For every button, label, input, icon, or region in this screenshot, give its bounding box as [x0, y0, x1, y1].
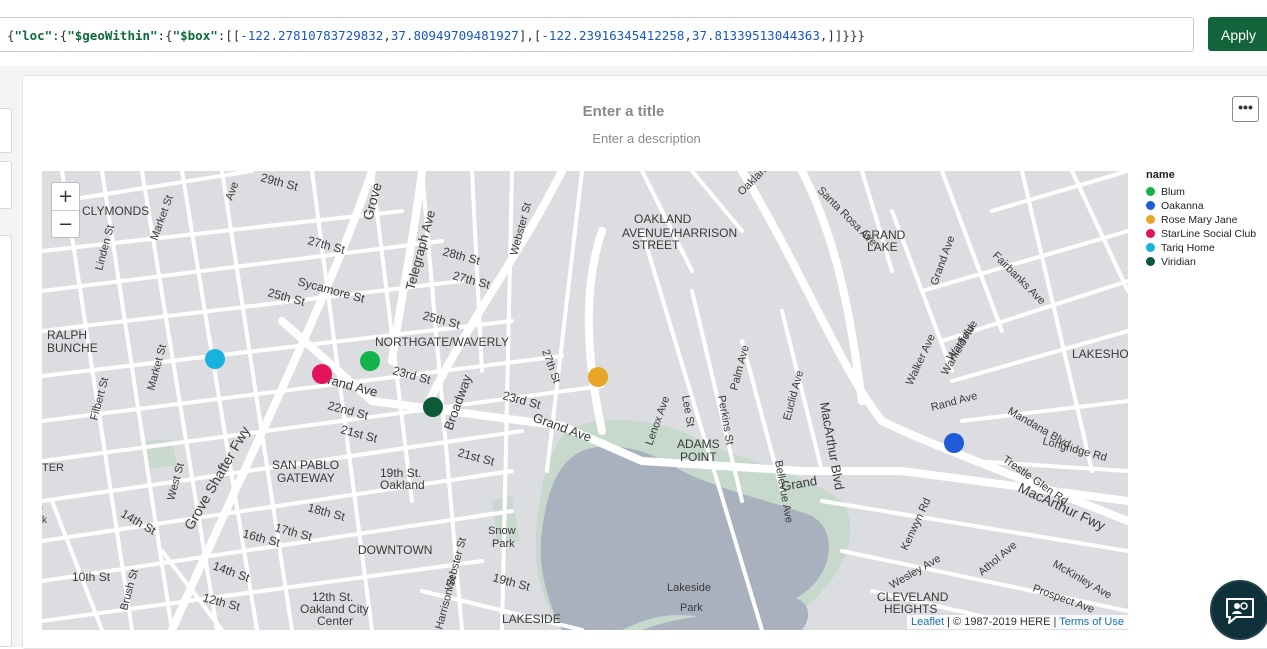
map-label: Oakland	[380, 478, 425, 492]
legend-item[interactable]: Oakanna	[1146, 199, 1256, 213]
legend-swatch	[1146, 201, 1155, 210]
map-label: RALPH	[47, 328, 87, 342]
map-label: Center	[317, 614, 353, 628]
map-label: TER	[42, 462, 64, 474]
legend-item[interactable]: Viridian	[1146, 255, 1256, 269]
legend-title: name	[1146, 169, 1175, 181]
more-options-button[interactable]: •••	[1232, 96, 1259, 122]
map-marker[interactable]	[312, 364, 332, 384]
legend: name Blum Oakanna Rose Mary Jane StarLine S…	[1146, 169, 1256, 269]
attribution-text: | © 1987-2019 HERE |	[944, 616, 1060, 628]
map-label: Lakeside	[667, 582, 711, 594]
map-label: Ave	[224, 180, 242, 202]
legend-label: Tariq Home	[1161, 242, 1215, 254]
map-label: LAKESHOR	[1072, 347, 1128, 361]
map-label: Park	[492, 538, 515, 550]
legend-swatch	[1146, 215, 1155, 224]
map-label: Rand Ave	[930, 390, 979, 414]
map-label: Longridge Rd	[1041, 435, 1108, 464]
map-label: 10th St	[72, 570, 111, 584]
map-label: 27th St	[306, 233, 347, 257]
map-label: 19th St	[491, 570, 532, 594]
map-label: Walker Ave	[904, 332, 938, 387]
map-attribution: Leaflet | © 1987-2019 HERE | Terms of Us…	[907, 615, 1128, 629]
chart-description[interactable]: Enter a description	[0, 131, 1267, 146]
legend-swatch	[1146, 187, 1155, 196]
map-label: MacArthur Blvd	[817, 401, 847, 491]
map-label: LAKESIDE	[502, 612, 561, 626]
query-bar: {"loc":{"$geoWithin":{"$box":[[-122.2781…	[0, 0, 1267, 67]
map-label: Market St	[145, 343, 169, 392]
legend-item[interactable]: Blum	[1146, 185, 1256, 199]
chart-title[interactable]: Enter a title	[0, 103, 1247, 120]
map-label: Park	[680, 602, 703, 614]
zoom-out-button[interactable]: −	[52, 211, 79, 238]
map-label: DOWNTOWN	[358, 543, 432, 557]
map-marker[interactable]	[423, 397, 443, 417]
legend-item[interactable]: Tariq Home	[1146, 241, 1256, 255]
map-marker[interactable]	[588, 367, 608, 387]
chat-support-button[interactable]	[1210, 580, 1267, 640]
leaflet-link[interactable]: Leaflet	[911, 616, 944, 628]
legend-label: Oakanna	[1161, 200, 1204, 212]
map-label: Snow	[488, 525, 516, 537]
legend-swatch	[1146, 229, 1155, 238]
query-input[interactable]: {"loc":{"$geoWithin":{"$box":[[-122.2781…	[0, 17, 1194, 52]
chat-icon	[1226, 598, 1254, 624]
side-panel-stub	[0, 235, 12, 647]
legend-label: Viridian	[1161, 256, 1196, 268]
map-label: ll	[42, 505, 46, 511]
map-label: SAN PABLO	[272, 458, 339, 472]
map-marker[interactable]	[205, 349, 225, 369]
legend-label: StarLine Social Club	[1161, 228, 1257, 240]
side-card-stub[interactable]	[0, 161, 12, 209]
map-label: BUNCHE	[47, 341, 98, 355]
left-panel-edge	[0, 75, 12, 647]
map-label: 18th St	[306, 500, 347, 524]
map-label: CLYMONDS	[82, 204, 149, 218]
map-label: NORTHGATE/WAVERLY	[375, 335, 509, 349]
map-label: 27th St	[451, 268, 492, 292]
map-label: 21st St	[456, 445, 496, 468]
map-label: STREET	[632, 238, 680, 252]
map-label: Kenwyn Rd	[899, 496, 934, 552]
map-label: Grand Ave	[929, 234, 958, 287]
legend-item[interactable]: StarLine Social Club	[1146, 227, 1256, 241]
map-label: POINT	[680, 450, 717, 464]
legend-swatch	[1146, 243, 1155, 252]
map-label: Harrison St	[433, 575, 459, 630]
terms-of-use-link[interactable]: Terms of Use	[1059, 616, 1124, 628]
map-marker[interactable]	[360, 351, 380, 371]
map-marker[interactable]	[944, 433, 964, 453]
map-view[interactable]: CLYMONDS OAKLAND AVENUE/HARRISON STREET GRAN…	[42, 171, 1128, 630]
map-label: Filbert St	[88, 376, 111, 422]
map-canvas[interactable]: CLYMONDSOAKLANDAVENUE/HARRISONSTREETGRAN…	[42, 171, 1128, 630]
legend-swatch	[1146, 257, 1155, 266]
map-label: OAKLAND	[634, 212, 692, 226]
map-label: Athol Ave	[976, 539, 1019, 578]
zoom-control: + −	[51, 182, 80, 238]
map-label: 21st St	[339, 422, 379, 445]
legend-label: Rose Mary Jane	[1161, 214, 1238, 226]
map-label: GATEWAY	[277, 471, 335, 485]
apply-button[interactable]: Apply	[1208, 17, 1267, 51]
legend-label: Blum	[1161, 186, 1185, 198]
map-label: ADAMS	[677, 437, 720, 451]
map-label: k	[42, 515, 48, 526]
map-label: HEIGHTS	[884, 602, 937, 616]
zoom-in-button[interactable]: +	[52, 183, 79, 211]
map-label: 29th St	[259, 171, 300, 194]
legend-item[interactable]: Rose Mary Jane	[1146, 213, 1256, 227]
